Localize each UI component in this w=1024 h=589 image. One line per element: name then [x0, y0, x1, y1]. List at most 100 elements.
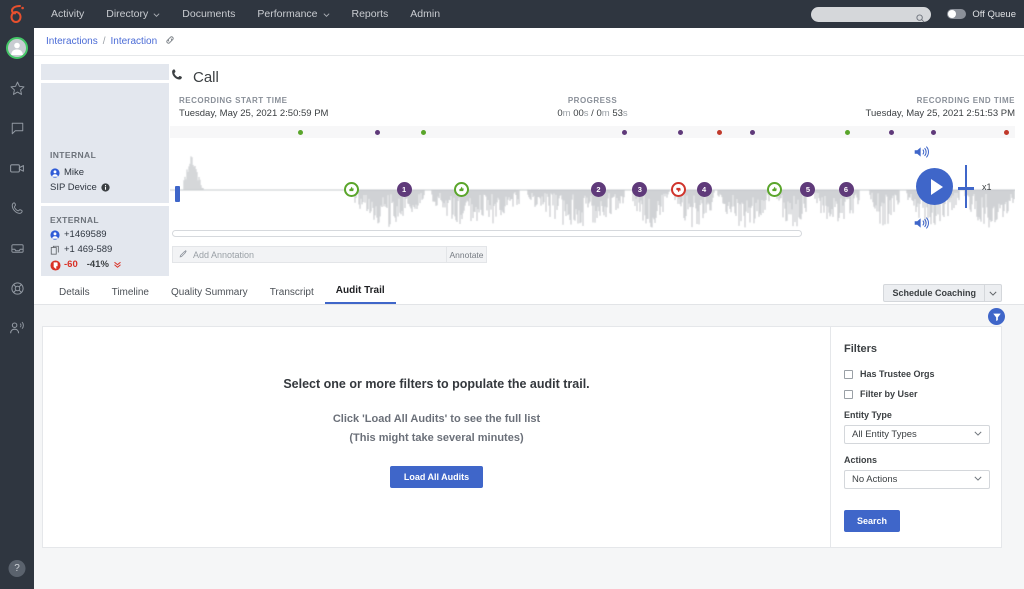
- player-time-row: RECORDING START TIME Tuesday, May 25, 20…: [170, 96, 1015, 122]
- avatar-icon: [6, 37, 28, 59]
- top-nav-right-cluster: Off Queue: [811, 0, 1016, 28]
- event-marker[interactable]: [298, 130, 304, 135]
- tab-audit-trail[interactable]: Audit Trail: [324, 285, 396, 304]
- nav-item-label: Directory: [106, 8, 149, 20]
- link-icon[interactable]: [165, 35, 175, 48]
- waveform-pin-number[interactable]: 1: [396, 182, 412, 197]
- checkbox-icon[interactable]: [844, 369, 853, 379]
- nav-item-reports[interactable]: Reports: [341, 0, 400, 28]
- schedule-coaching-button[interactable]: Schedule Coaching: [883, 284, 1002, 302]
- chevron-down-icon: [323, 12, 330, 19]
- breadcrumb-interactions-link[interactable]: Interactions: [46, 36, 98, 47]
- sidebar-item-video[interactable]: [0, 148, 34, 188]
- tab-transcript[interactable]: Transcript: [259, 287, 325, 304]
- user-voice-icon: [9, 320, 25, 336]
- sidebar-item-inbox[interactable]: [0, 228, 34, 268]
- nav-item-admin[interactable]: Admin: [399, 0, 451, 28]
- participants-column: INTERNAL Mike SIP Device EXTERNAL +14695…: [41, 64, 169, 279]
- annotate-button[interactable]: Annotate: [447, 246, 487, 263]
- nav-item-directory[interactable]: Directory: [95, 0, 171, 28]
- load-all-audits-button[interactable]: Load All Audits: [389, 465, 484, 488]
- waveform-pin-number[interactable]: 4: [696, 182, 712, 197]
- audit-empty-line1: Click 'Load All Audits' to see the full …: [332, 412, 541, 425]
- recording-end-block: RECORDING END TIME Tuesday, May 25, 2021…: [866, 96, 1015, 119]
- waveform-pin-number[interactable]: 2: [590, 182, 606, 197]
- search-button[interactable]: Search: [844, 510, 901, 532]
- playhead-marker[interactable]: [175, 186, 180, 202]
- page-title: Call: [193, 69, 219, 86]
- external-number-row: +1469589: [50, 229, 160, 240]
- funnel-icon[interactable]: [988, 308, 1005, 325]
- event-marker[interactable]: [374, 130, 380, 135]
- playback-speed-label: x1: [982, 182, 992, 192]
- event-marker[interactable]: [749, 130, 755, 135]
- entity-type-select[interactable]: All Entity Types: [844, 425, 990, 444]
- tab-quality-summary[interactable]: Quality Summary: [160, 287, 259, 304]
- checkbox-icon[interactable]: [844, 389, 853, 399]
- breadcrumb-separator: /: [102, 36, 106, 47]
- call-header: Call: [170, 68, 219, 87]
- nav-item-label: Performance: [257, 8, 318, 20]
- event-marker[interactable]: [930, 130, 936, 135]
- global-search-input[interactable]: [811, 6, 932, 22]
- sidebar-item-profile[interactable]: [0, 28, 34, 68]
- speaker-icon[interactable]: [913, 145, 930, 164]
- waveform-pin-number[interactable]: 6: [838, 182, 854, 197]
- event-marker[interactable]: [889, 130, 895, 135]
- external-number: +1469589: [64, 229, 107, 240]
- internal-participant-card[interactable]: INTERNAL Mike SIP Device: [41, 83, 169, 203]
- genesys-logo-icon[interactable]: [0, 0, 34, 28]
- waveform-area[interactable]: 123456: [170, 142, 1015, 230]
- thumbs-up-icon[interactable]: [454, 182, 470, 197]
- playback-speed-slider[interactable]: [958, 165, 974, 208]
- sidebar-item-favorites[interactable]: [0, 68, 34, 108]
- queue-status-toggle[interactable]: [947, 9, 967, 19]
- sidebar-item-agent-assist[interactable]: [0, 308, 34, 348]
- event-marker[interactable]: [622, 130, 628, 135]
- nav-item-label: Activity: [51, 8, 85, 20]
- event-marker[interactable]: [677, 130, 683, 135]
- annotation-input[interactable]: Add Annotation: [172, 246, 447, 263]
- help-button[interactable]: ?: [8, 560, 26, 577]
- event-marker[interactable]: [421, 130, 426, 135]
- nav-item-documents[interactable]: Documents: [171, 0, 246, 28]
- filter-checkbox-label: Filter by User: [860, 389, 918, 399]
- audit-trail-empty-state: Select one or more filters to populate t…: [43, 327, 831, 547]
- speaker-icon[interactable]: [913, 216, 930, 235]
- copy-icon[interactable]: [50, 245, 60, 255]
- internal-device: SIP Device: [50, 182, 97, 193]
- event-marker-band[interactable]: [170, 126, 1015, 138]
- thumbs-up-icon[interactable]: [766, 182, 782, 197]
- inbox-icon: [10, 241, 25, 256]
- breadcrumb-interaction-link[interactable]: Interaction: [110, 36, 157, 47]
- sentiment-score: -60: [64, 259, 78, 270]
- nav-item-activity[interactable]: Activity: [40, 0, 95, 28]
- thumbs-down-icon: [50, 259, 61, 271]
- timeline-scrollbar[interactable]: [172, 230, 802, 237]
- schedule-coaching-label: Schedule Coaching: [892, 288, 976, 298]
- actions-select[interactable]: No Actions: [844, 470, 990, 489]
- double-chevron-down-icon: [113, 260, 123, 270]
- filter-checkbox-group: Has Trustee Orgs Filter by User: [844, 369, 988, 399]
- recording-end-value: Tuesday, May 25, 2021 2:51:53 PM: [865, 108, 1015, 119]
- sidebar-item-calls[interactable]: [0, 188, 34, 228]
- sidebar-item-support[interactable]: [0, 268, 34, 308]
- top-nav-menu: Activity Directory Documents Performance Rep…: [40, 0, 451, 28]
- chevron-down-icon[interactable]: [984, 285, 1001, 301]
- event-marker[interactable]: [845, 130, 851, 135]
- tab-timeline[interactable]: Timeline: [101, 287, 160, 304]
- external-sentiment-row: -60 -41%: [50, 259, 160, 271]
- external-participant-card[interactable]: EXTERNAL +1469589 +1 469-589 -60 -41%: [41, 206, 169, 276]
- nav-item-performance[interactable]: Performance: [246, 0, 340, 28]
- actions-label: Actions: [844, 455, 878, 465]
- sidebar-item-chat[interactable]: [0, 108, 34, 148]
- filter-checkbox-has-trustee-orgs[interactable]: Has Trustee Orgs: [844, 369, 988, 379]
- play-button[interactable]: [916, 168, 953, 205]
- breadcrumb: Interactions / Interaction: [34, 28, 1024, 56]
- info-icon[interactable]: [101, 182, 111, 193]
- tab-details[interactable]: Details: [48, 287, 101, 304]
- event-marker[interactable]: [1004, 130, 1010, 135]
- filter-checkbox-filter-by-user[interactable]: Filter by User: [844, 389, 988, 399]
- event-marker[interactable]: [716, 130, 722, 135]
- participants-header-block: [41, 64, 169, 80]
